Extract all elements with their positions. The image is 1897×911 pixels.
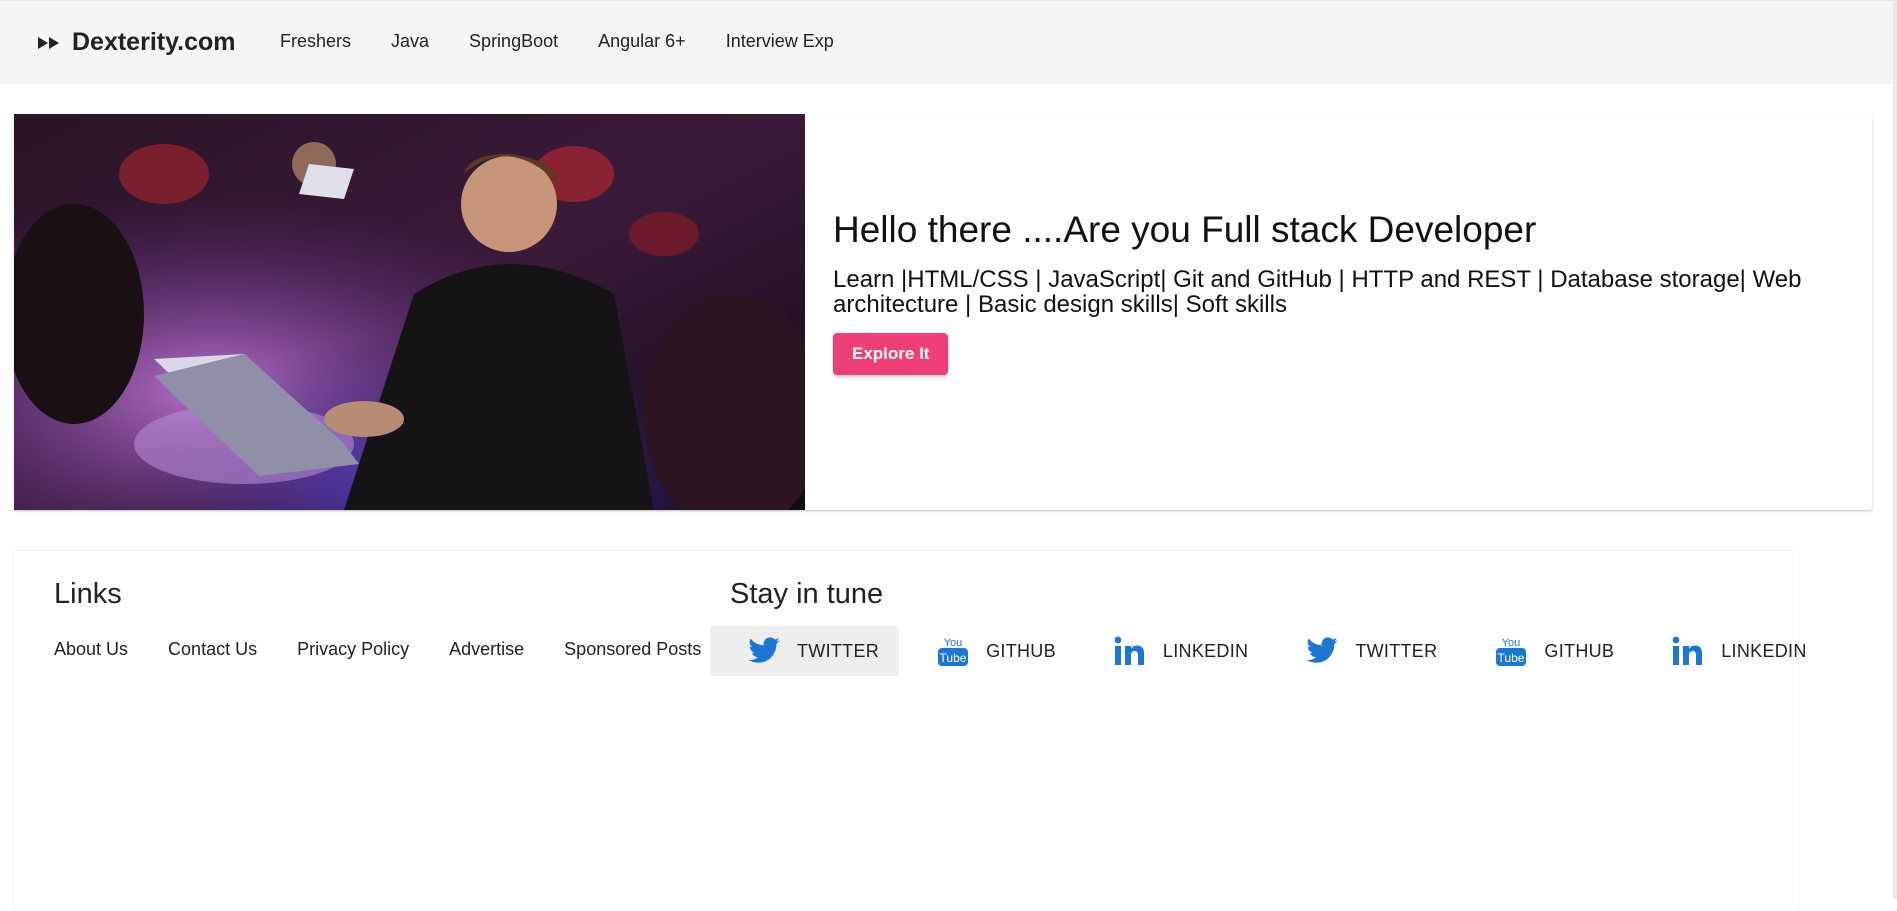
github-link[interactable]: You Tube GITHUB: [1457, 626, 1634, 676]
github-link[interactable]: You Tube GITHUB: [899, 626, 1076, 676]
twitter-link[interactable]: TWITTER: [1268, 626, 1457, 676]
svg-text:You: You: [1502, 637, 1521, 649]
advertise-link[interactable]: Advertise: [449, 639, 524, 660]
hero-image: [14, 114, 805, 510]
links-heading: Links: [54, 578, 122, 610]
hero-card: Hello there ....Are you Full stack Devel…: [14, 114, 1872, 510]
linkedin-link[interactable]: LINKEDIN: [1076, 626, 1268, 676]
twitter-label: TWITTER: [797, 640, 880, 661]
privacy-policy-link[interactable]: Privacy Policy: [297, 639, 409, 660]
svg-text:Tube: Tube: [1498, 651, 1525, 665]
svg-text:Tube: Tube: [940, 651, 967, 665]
hero-text-block: Hello there ....Are you Full stack Devel…: [833, 208, 1853, 375]
footer-links: About Us Contact Us Privacy Policy Adver…: [54, 639, 741, 660]
linkedin-label: LINKEDIN: [1721, 640, 1807, 661]
linkedin-icon: [1671, 634, 1705, 668]
svg-text:You: You: [944, 637, 963, 649]
page-scrollbar[interactable]: [1893, 0, 1897, 899]
hero-title: Hello there ....Are you Full stack Devel…: [833, 209, 1537, 250]
github-label: GITHUB: [986, 640, 1056, 661]
nav-item-springboot[interactable]: SpringBoot: [469, 31, 558, 52]
brand-link[interactable]: Dexterity.com: [38, 28, 236, 57]
youtube-icon: You Tube: [936, 634, 970, 668]
hero-subtitle: Learn |HTML/CSS | JavaScript| Git and Gi…: [833, 266, 1802, 318]
nav-item-angular[interactable]: Angular 6+: [598, 31, 686, 52]
contact-us-link[interactable]: Contact Us: [168, 639, 257, 660]
nav-links: Freshers Java SpringBoot Angular 6+ Inte…: [280, 31, 874, 52]
explore-button[interactable]: Explore It: [833, 333, 949, 375]
brand-name: Dexterity.com: [72, 28, 236, 56]
about-us-link[interactable]: About Us: [54, 639, 128, 660]
twitter-icon: [747, 634, 781, 668]
github-label: GITHUB: [1544, 640, 1615, 661]
linkedin-link[interactable]: LINKEDIN: [1634, 626, 1826, 676]
stay-in-tune-heading: Stay in tune: [730, 578, 884, 610]
twitter-icon: [1305, 634, 1339, 668]
linkedin-icon: [1113, 634, 1147, 668]
sponsored-posts-link[interactable]: Sponsored Posts: [564, 639, 701, 660]
nav-item-interview-exp[interactable]: Interview Exp: [726, 31, 834, 52]
social-links: TWITTER You Tube GITHUB LINKEDIN TWITTER…: [710, 626, 1827, 676]
fast-forward-icon: [38, 35, 62, 51]
footer-card: Links About Us Contact Us Privacy Policy…: [14, 551, 1806, 911]
twitter-label: TWITTER: [1355, 640, 1438, 661]
twitter-link[interactable]: TWITTER: [710, 626, 900, 676]
youtube-icon: You Tube: [1494, 634, 1528, 668]
nav-item-freshers[interactable]: Freshers: [280, 31, 351, 52]
nav-item-java[interactable]: Java: [391, 31, 429, 52]
top-navbar: Dexterity.com Freshers Java SpringBoot A…: [0, 0, 1897, 82]
linkedin-label: LINKEDIN: [1162, 640, 1249, 661]
